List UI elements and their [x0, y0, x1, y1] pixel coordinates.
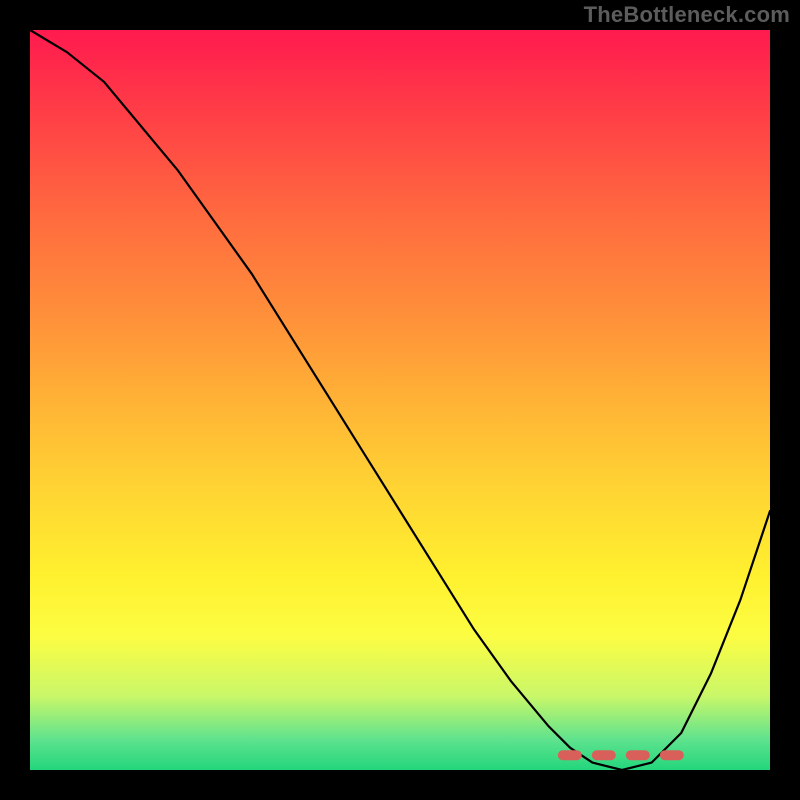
watermark-text: TheBottleneck.com [584, 2, 790, 28]
chart-plot-area [30, 30, 770, 770]
bottleneck-curve [30, 30, 770, 770]
chart-svg [30, 30, 770, 770]
